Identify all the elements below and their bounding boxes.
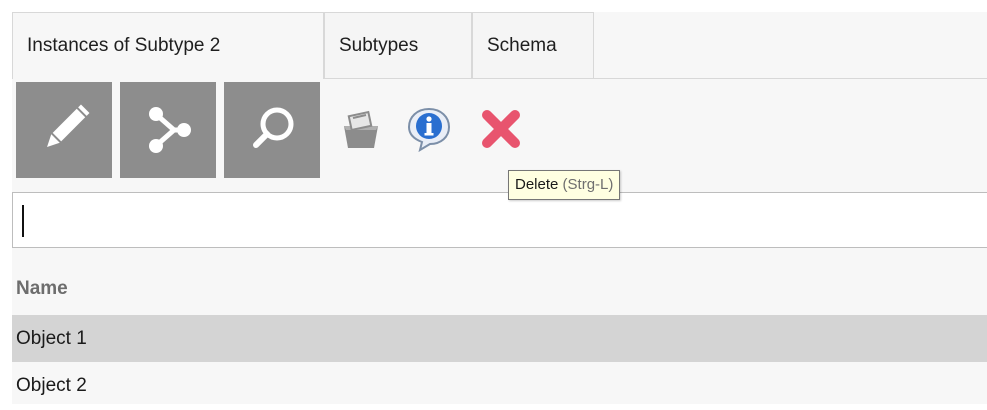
toolbar — [16, 82, 987, 180]
pencil-icon — [47, 104, 90, 147]
tab-bar: Instances of Subtype 2 Subtypes Schema — [12, 12, 987, 79]
delete-button[interactable] — [478, 106, 524, 152]
text-caret — [22, 205, 24, 237]
list-item-label: Object 2 — [16, 375, 87, 396]
column-header-name[interactable]: Name — [12, 259, 987, 315]
list-item[interactable]: Object 2 — [12, 362, 987, 409]
delete-tooltip: Delete (Strg-L) — [508, 170, 621, 200]
instances-panel: Instances of Subtype 2 Subtypes Schema D… — [12, 12, 987, 404]
list-item[interactable]: Object 1 — [12, 315, 987, 362]
clipboard-button[interactable] — [338, 106, 384, 152]
tab-subtypes[interactable]: Subtypes — [324, 12, 472, 78]
edit-button[interactable] — [16, 82, 112, 178]
relations-button[interactable] — [120, 82, 216, 178]
info-icon — [407, 107, 451, 153]
tooltip-shortcut: (Strg-L) — [562, 176, 614, 193]
info-button[interactable] — [406, 106, 452, 153]
clipboard-icon — [344, 110, 378, 148]
list-item-label: Object 1 — [16, 328, 87, 349]
delete-icon — [482, 110, 520, 148]
tab-schema[interactable]: Schema — [472, 12, 594, 78]
graph-icon — [149, 107, 191, 153]
search-icon — [253, 107, 294, 148]
search-button[interactable] — [224, 82, 320, 178]
search-input[interactable] — [12, 192, 987, 248]
tab-instances-of-subtype-2[interactable]: Instances of Subtype 2 — [12, 12, 324, 79]
tooltip-label: Delete — [515, 176, 559, 193]
